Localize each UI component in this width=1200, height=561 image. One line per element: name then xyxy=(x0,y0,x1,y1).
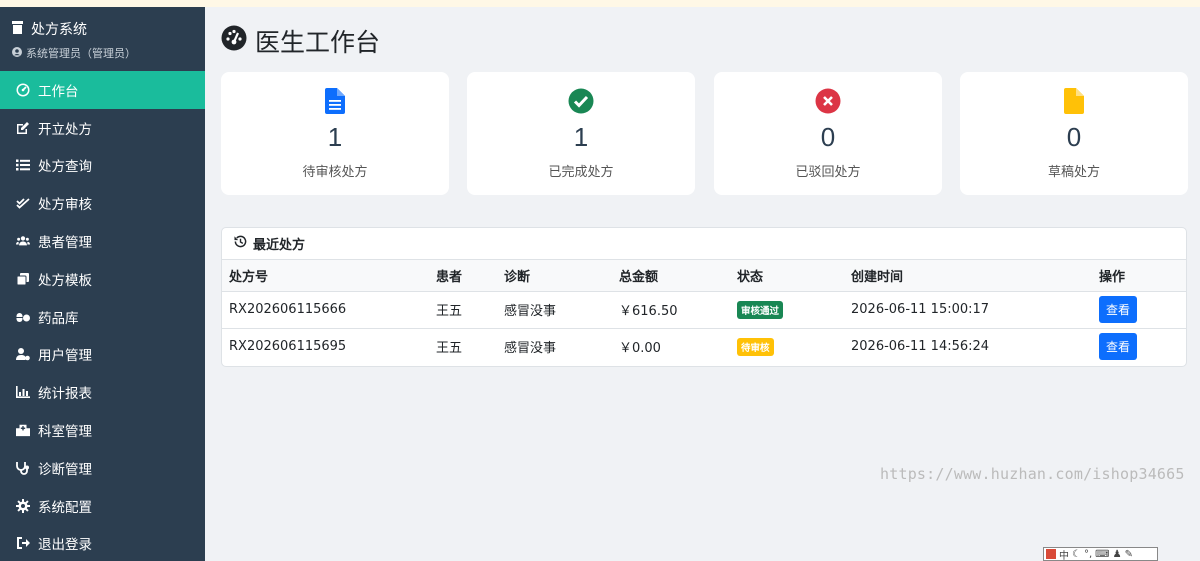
recent-prescriptions-panel: 最近处方 处方号 患者 诊断 总金额 状态 创建时间 操作 RX20260611… xyxy=(221,227,1187,367)
ime-moon-icon[interactable]: ☾ xyxy=(1072,549,1081,560)
sidebar: 处方系统 系统管理员（管理员） 工作台 开立处方 处方查询 处方审核 患者管理 xyxy=(0,7,205,561)
sidebar-item-templates[interactable]: 处方模板 xyxy=(0,260,205,298)
sidebar-item-logout[interactable]: 退出登录 xyxy=(0,525,205,561)
column-header: 处方号 xyxy=(222,260,436,292)
brand: 处方系统 系统管理员（管理员） xyxy=(0,7,205,71)
sidebar-item-dashboard[interactable]: 工作台 xyxy=(0,71,205,109)
copy-icon xyxy=(16,272,30,286)
total-amount: ￥0.00 xyxy=(619,341,661,357)
sidebar-item-prescription-query[interactable]: 处方查询 xyxy=(0,147,205,185)
users-icon xyxy=(16,234,30,248)
view-button[interactable]: 查看 xyxy=(1099,296,1138,323)
logout-icon xyxy=(16,536,30,550)
status-cell: 审核通过 xyxy=(737,291,851,329)
column-header: 操作 xyxy=(1099,260,1186,292)
stat-label: 草稿处方 xyxy=(1047,165,1100,180)
stat-label: 已完成处方 xyxy=(548,165,614,180)
stat-value: 0 xyxy=(1066,122,1082,152)
brand-title: 处方系统 xyxy=(12,19,193,39)
sidebar-item-drug-library[interactable]: 药品库 xyxy=(0,298,205,336)
sidebar-item-patients[interactable]: 患者管理 xyxy=(0,222,205,260)
draft-icon xyxy=(960,87,1188,115)
stat-value: 1 xyxy=(573,122,589,152)
file-icon xyxy=(221,87,449,115)
column-header: 患者 xyxy=(436,260,504,292)
created-time: 2026-06-11 14:56:24 xyxy=(851,339,990,355)
total-amount: ￥616.50 xyxy=(619,291,737,329)
user-circle-icon xyxy=(12,46,22,60)
hospital-icon xyxy=(16,423,30,437)
prescription-id: RX202606115666 xyxy=(222,291,436,329)
sidebar-item-settings[interactable]: 系统配置 xyxy=(0,487,205,525)
edit-icon xyxy=(16,121,30,135)
dashboard-icon xyxy=(221,25,247,57)
stat-label: 已驳回处方 xyxy=(795,165,861,180)
check-double-icon xyxy=(16,196,30,210)
prescription-id: RX202606115695 xyxy=(229,339,347,355)
action-cell: 查看 xyxy=(1099,291,1186,329)
ime-logo-icon xyxy=(1046,549,1056,559)
check-circle-icon xyxy=(467,87,695,115)
x-circle-icon xyxy=(714,87,942,115)
stat-card-rejected: 0 已驳回处方 xyxy=(714,72,942,195)
ime-tools-icon[interactable]: ✎ xyxy=(1125,549,1133,560)
status-badge: 待审核 xyxy=(737,337,774,356)
gear-icon xyxy=(16,498,30,513)
column-header: 总金额 xyxy=(619,260,737,292)
ime-keyboard-icon[interactable]: ⌨ xyxy=(1095,549,1109,560)
table-row: RX202606115695 王五 感冒没事 ￥0.00 待审核 2026-06… xyxy=(222,328,1186,365)
action-cell: 查看 xyxy=(1099,328,1186,365)
stat-card-pending: 1 待审核处方 xyxy=(221,72,449,195)
brand-subtitle: 系统管理员（管理员） xyxy=(12,45,193,61)
sidebar-item-new-prescription[interactable]: 开立处方 xyxy=(0,109,205,147)
view-button[interactable]: 查看 xyxy=(1099,333,1138,361)
dashboard-icon xyxy=(16,83,30,97)
recent-prescriptions-header: 最近处方 xyxy=(222,228,1186,260)
sidebar-item-diagnosis[interactable]: 诊断管理 xyxy=(0,449,205,487)
patient-name: 王五 xyxy=(436,341,463,357)
ime-language[interactable]: 中 xyxy=(1059,547,1069,561)
page-title: 医生工作台 xyxy=(221,23,380,59)
diagnosis: 感冒没事 xyxy=(504,291,619,329)
stethoscope-icon xyxy=(16,461,30,475)
sidebar-item-departments[interactable]: 科室管理 xyxy=(0,411,205,449)
status-badge: 审核通过 xyxy=(737,300,784,319)
table-row: RX202606115666 王五 感冒没事 ￥616.50 审核通过 2026… xyxy=(222,291,1186,329)
ime-punctuation-icon[interactable]: °, xyxy=(1084,549,1092,560)
watermark: https://www.huzhan.com/ishop34665 xyxy=(880,465,1185,483)
stat-value: 1 xyxy=(327,122,343,152)
status-cell: 待审核 xyxy=(737,328,851,365)
prescription-bottle-icon xyxy=(12,20,23,38)
column-header: 创建时间 xyxy=(851,260,1099,292)
sidebar-item-prescription-review[interactable]: 处方审核 xyxy=(0,184,205,222)
user-cog-icon xyxy=(16,347,30,361)
column-header: 状态 xyxy=(737,260,851,292)
sidebar-nav: 工作台 开立处方 处方查询 处方审核 患者管理 处方模板 药品库 用户管理 统计… xyxy=(0,71,205,561)
ime-toolbar[interactable]: 中 ☾ °, ⌨ ♟ ✎ xyxy=(1043,547,1158,561)
stat-card-completed: 1 已完成处方 xyxy=(467,72,695,195)
top-strip xyxy=(0,0,1200,7)
diagnosis: 感冒没事 xyxy=(504,341,557,357)
stat-card-draft: 0 草稿处方 xyxy=(960,72,1188,195)
list-icon xyxy=(16,158,30,172)
history-icon xyxy=(234,235,247,252)
chart-icon xyxy=(16,385,30,399)
sidebar-item-user-management[interactable]: 用户管理 xyxy=(0,336,205,374)
ime-user-icon[interactable]: ♟ xyxy=(1113,549,1122,560)
recent-prescriptions-table: 处方号 患者 诊断 总金额 状态 创建时间 操作 RX202606115666 … xyxy=(222,260,1186,365)
pills-icon xyxy=(16,310,30,324)
column-header: 诊断 xyxy=(504,260,619,292)
table-header-row: 处方号 患者 诊断 总金额 状态 创建时间 操作 xyxy=(222,260,1186,292)
patient-name: 王五 xyxy=(436,291,504,329)
sidebar-item-reports[interactable]: 统计报表 xyxy=(0,373,205,411)
stat-value: 0 xyxy=(820,122,836,152)
created-time: 2026-06-11 15:00:17 xyxy=(851,291,1099,329)
stat-label: 待审核处方 xyxy=(302,165,368,180)
